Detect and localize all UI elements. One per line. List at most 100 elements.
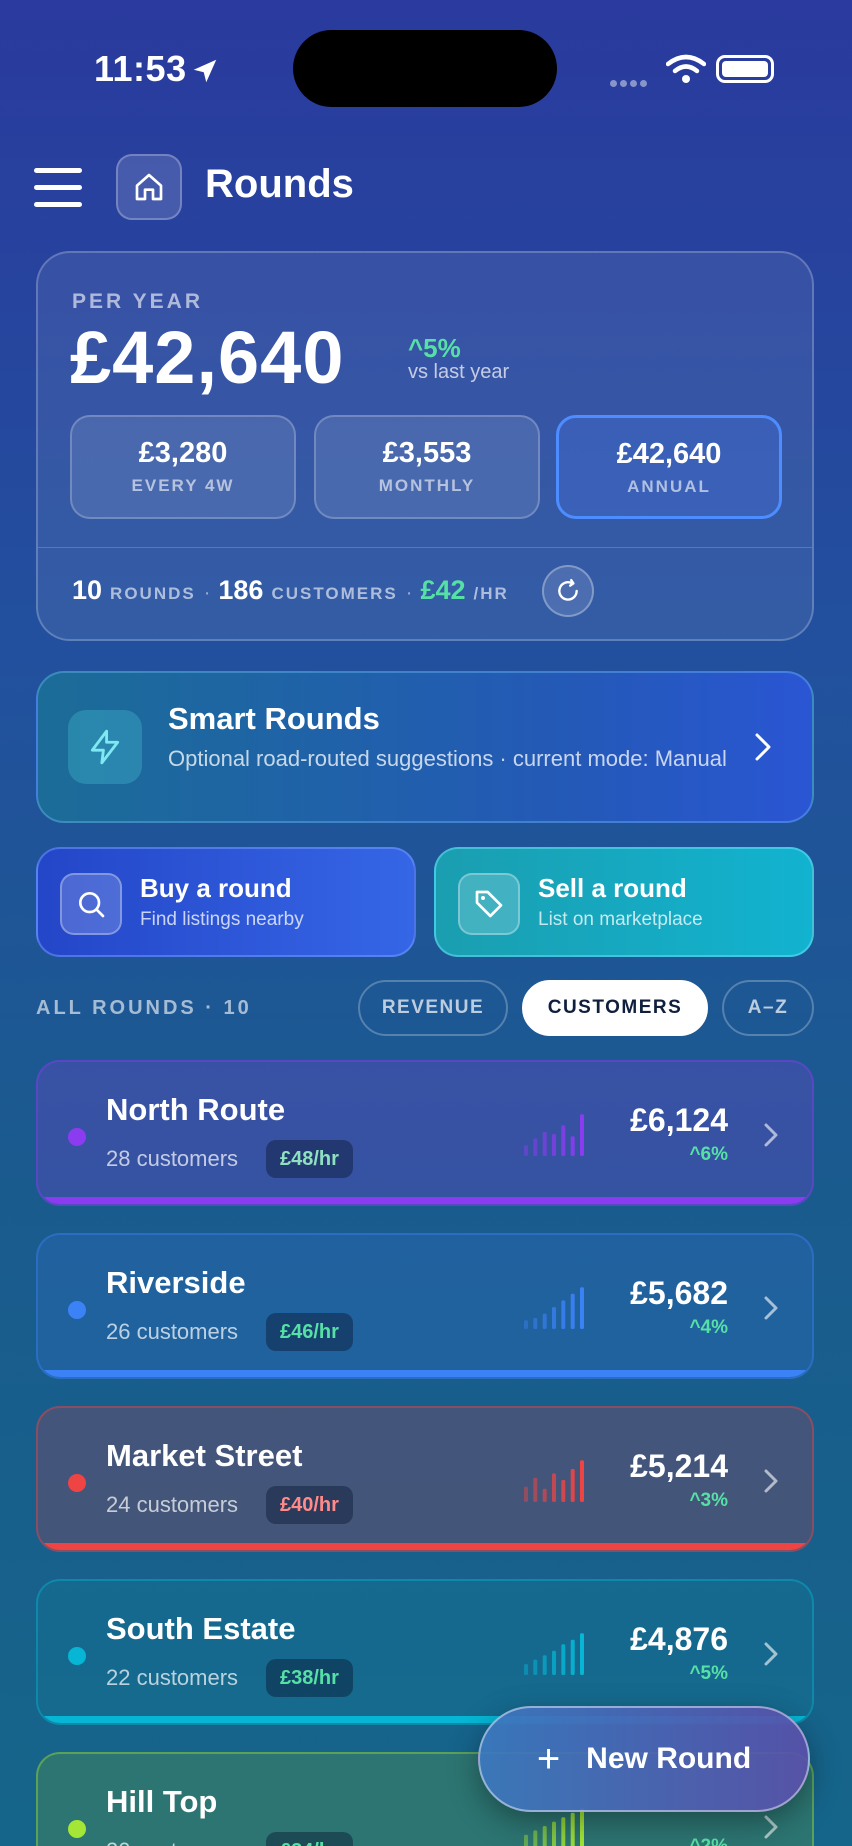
- new-round-button[interactable]: + New Round: [478, 1706, 810, 1812]
- sparkline-bar: [580, 1287, 584, 1329]
- sparkline-bar: [561, 1480, 566, 1502]
- round-name: Hill Top: [106, 1784, 218, 1819]
- chevron-right-icon: [764, 1815, 778, 1839]
- round-growth: ^2%: [689, 1836, 728, 1846]
- annual-revenue: £42,640: [70, 316, 345, 399]
- sparkline-bar: [524, 1834, 528, 1846]
- sparkline-bar: [580, 1460, 584, 1502]
- sparkline-bar: [580, 1114, 584, 1156]
- home-button[interactable]: [116, 154, 182, 220]
- round-sparkline: [524, 1633, 584, 1675]
- hourly-rate-unit: /HR: [473, 584, 509, 603]
- buy-round-title: Buy a round: [140, 873, 292, 903]
- sparkline-bar: [570, 1293, 575, 1329]
- period-label: PER YEAR: [72, 290, 203, 313]
- sort-customers[interactable]: CUSTOMERS: [522, 980, 708, 1036]
- sparkline-bar: [561, 1300, 566, 1329]
- separator: ·: [203, 582, 211, 604]
- sparkline-bar: [524, 1320, 528, 1329]
- round-color-stripe: [38, 1370, 812, 1377]
- sparkline-bar: [524, 1664, 528, 1675]
- round-card[interactable]: Riverside 26 customers £46/hr £5,682 ^4%: [36, 1233, 814, 1379]
- round-revenue: £4,876: [630, 1621, 728, 1657]
- round-color-dot: [68, 1128, 86, 1146]
- round-rate-badge: £40/hr: [266, 1486, 353, 1524]
- chevron-right-icon: [764, 1123, 778, 1147]
- tag-icon-box: [458, 873, 520, 935]
- round-card[interactable]: North Route 28 customers £48/hr £6,124 ^6%: [36, 1060, 814, 1206]
- round-sparkline: [524, 1460, 584, 1502]
- sparkline-bar: [552, 1821, 556, 1846]
- round-color-stripe: [38, 1197, 812, 1204]
- home-icon: [135, 173, 163, 201]
- round-growth: ^6%: [689, 1144, 728, 1165]
- buy-round-subtitle: Find listings nearby: [140, 909, 304, 930]
- sparkline-bar: [552, 1134, 556, 1156]
- hourly-rate: £42: [420, 575, 466, 605]
- chevron-right-icon: [764, 1296, 778, 1320]
- tag-icon: [475, 890, 503, 918]
- round-rate-badge: £34/hr: [266, 1832, 353, 1846]
- round-revenue: £6,124: [630, 1102, 728, 1138]
- round-name: Market Street: [106, 1438, 303, 1473]
- round-customers: 22 customers: [106, 1665, 239, 1690]
- period-label: EVERY 4W: [131, 476, 235, 495]
- sparkline-bar: [552, 1650, 556, 1675]
- lightning-icon: [90, 729, 120, 765]
- divider: [38, 547, 812, 548]
- refresh-icon: [558, 578, 578, 601]
- dynamic-island: [293, 30, 557, 107]
- sort-a-z[interactable]: A–Z: [722, 980, 814, 1036]
- round-color-dot: [68, 1474, 86, 1492]
- wifi-icon: [666, 54, 706, 83]
- menu-icon[interactable]: [34, 168, 82, 208]
- period-annual[interactable]: £42,640 ANNUAL: [556, 415, 782, 519]
- round-card[interactable]: South Estate 22 customers £38/hr £4,876 ^5%: [36, 1579, 814, 1725]
- sparkline-bar: [542, 1313, 547, 1329]
- round-customers: 20 customers: [106, 1838, 238, 1846]
- sparkline-bar: [533, 1659, 538, 1675]
- round-card[interactable]: Market Street 24 customers £40/hr £5,214 ^3%: [36, 1406, 814, 1552]
- sparkline-bar: [570, 1469, 575, 1502]
- refresh-button[interactable]: [542, 565, 594, 617]
- round-sparkline: [524, 1114, 584, 1156]
- chevron-right-icon: [764, 1642, 778, 1666]
- sparkline-bar: [552, 1307, 556, 1329]
- sparkline-bar: [561, 1817, 566, 1846]
- chevron-right-icon: [755, 733, 771, 761]
- all-rounds-label: ALL ROUNDS · 10: [36, 997, 252, 1019]
- sparkline-bar: [580, 1808, 584, 1846]
- sell-round-button[interactable]: Sell a round List on marketplace: [434, 847, 814, 957]
- battery-icon: [716, 55, 774, 83]
- search-icon: [79, 892, 105, 918]
- search-icon-box: [60, 873, 122, 935]
- round-customers: 28 customers: [106, 1146, 239, 1171]
- period-label: MONTHLY: [378, 476, 476, 495]
- smart-rounds-icon-box: [68, 710, 142, 784]
- round-growth: ^4%: [689, 1317, 728, 1338]
- period-every-4w[interactable]: £3,280 EVERY 4W: [70, 415, 296, 519]
- sell-round-title: Sell a round: [538, 873, 687, 903]
- sparkline-bar: [561, 1644, 566, 1675]
- buy-round-button[interactable]: Buy a round Find listings nearby: [36, 847, 416, 957]
- period-monthly[interactable]: £3,553 MONTHLY: [314, 415, 540, 519]
- sparkline-bar: [524, 1486, 528, 1502]
- rounds-label: ROUNDS: [110, 584, 196, 603]
- round-name: Riverside: [106, 1265, 246, 1300]
- sort-revenue[interactable]: REVENUE: [358, 980, 508, 1036]
- sparkline-bar: [533, 1138, 538, 1156]
- sparkline-bar: [524, 1145, 528, 1156]
- sparkline-bar: [542, 1655, 547, 1675]
- round-customers: 24 customers: [106, 1492, 239, 1517]
- round-rate-badge: £46/hr: [266, 1313, 353, 1351]
- chevron-right-icon: [764, 1469, 778, 1493]
- smart-rounds-card[interactable]: Smart Rounds Optional road-routed sugges…: [36, 671, 814, 823]
- period-label: ANNUAL: [627, 477, 711, 496]
- plus-icon: +: [536, 1737, 561, 1781]
- round-color-dot: [68, 1301, 86, 1319]
- revenue-summary-card: PER YEAR £42,640 ^5% vs last year £3,280…: [36, 251, 814, 641]
- round-color-dot: [68, 1647, 86, 1665]
- smart-rounds-title: Smart Rounds: [168, 701, 380, 736]
- sell-round-subtitle: List on marketplace: [538, 909, 703, 930]
- round-growth: ^3%: [689, 1490, 728, 1511]
